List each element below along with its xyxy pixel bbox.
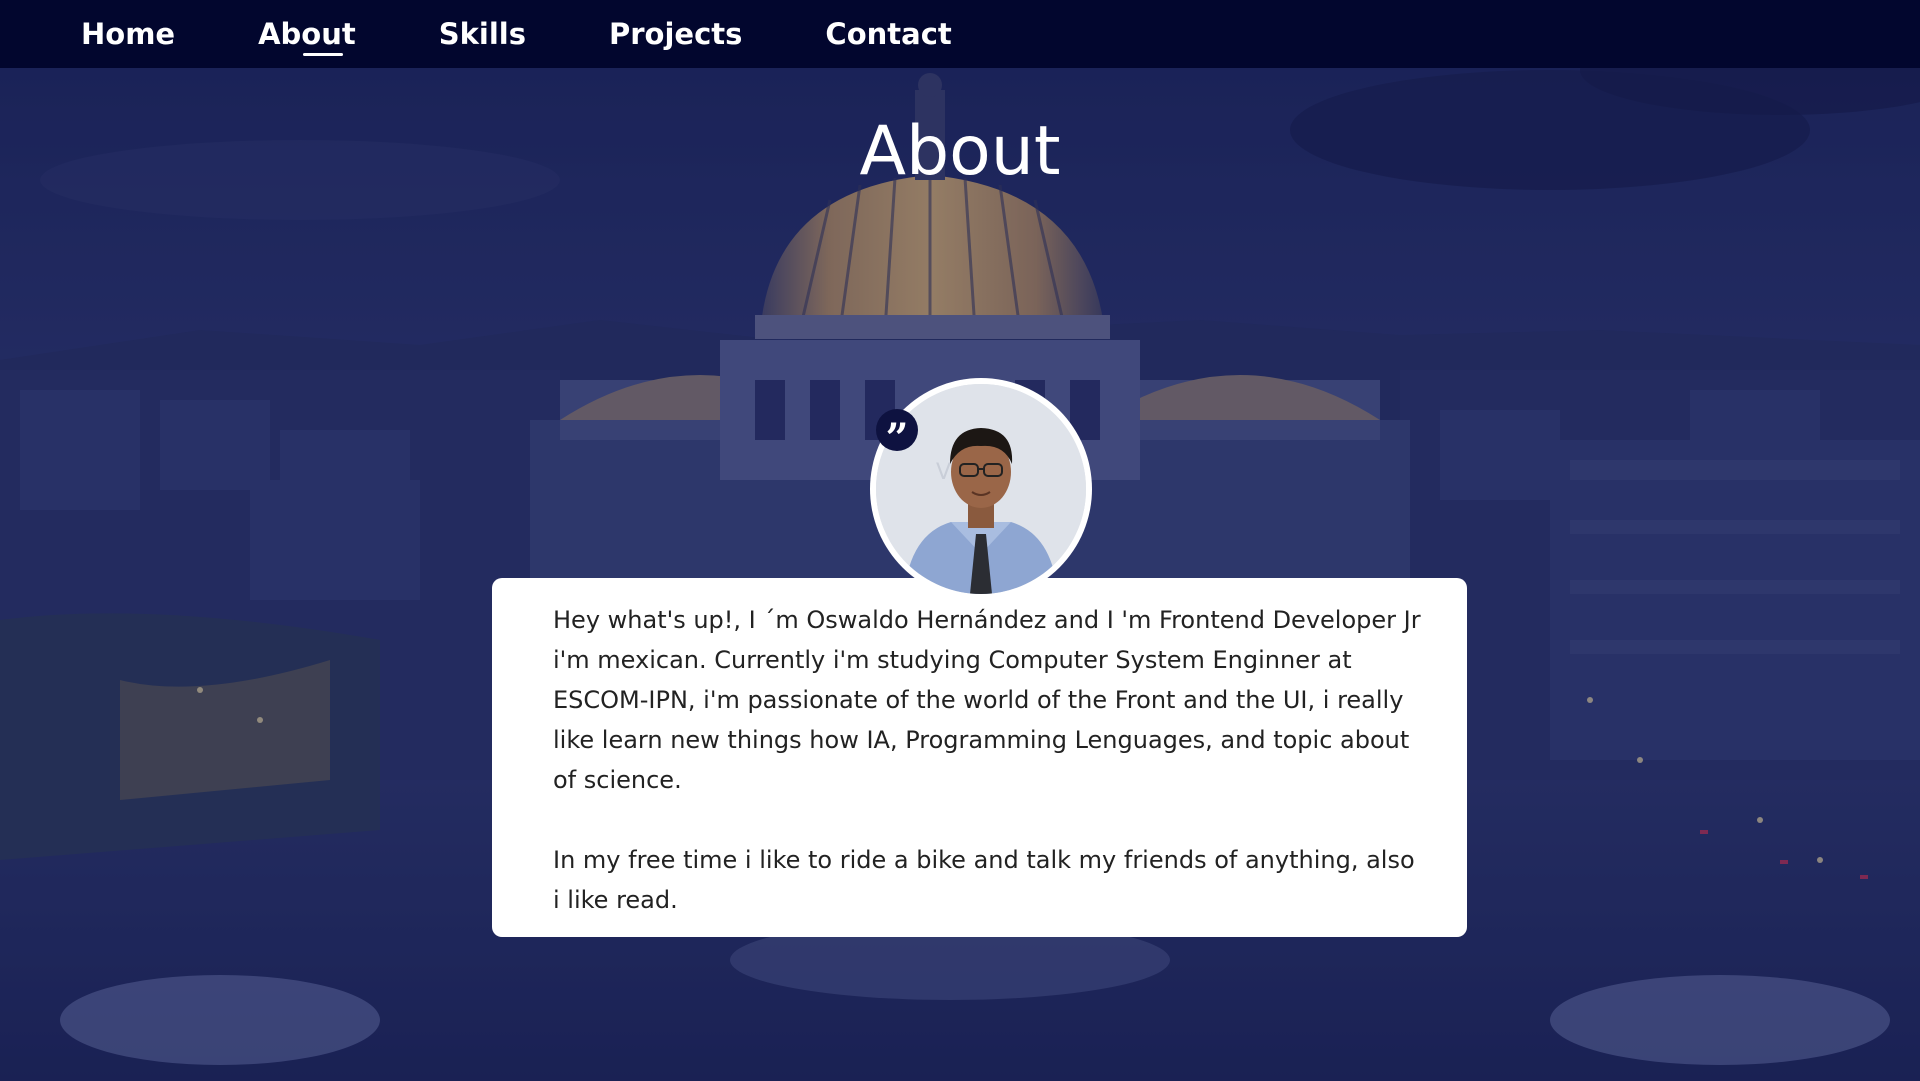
- page-title: About: [859, 112, 1061, 191]
- top-navbar: Home About Skills Projects Contact: [0, 0, 1920, 68]
- about-card: Hey what's up!, I ´m Oswaldo Hernández a…: [492, 578, 1467, 937]
- nav-link-projects[interactable]: Projects: [609, 0, 742, 68]
- quote-icon: ”: [876, 409, 918, 451]
- nav-link-contact[interactable]: Contact: [825, 0, 951, 68]
- nav-link-skills[interactable]: Skills: [439, 0, 526, 68]
- nav-list: Home About Skills Projects Contact: [81, 0, 1035, 68]
- nav-link-about[interactable]: About: [258, 0, 356, 68]
- nav-link-home[interactable]: Home: [81, 0, 175, 68]
- about-paragraph-2: In my free time i like to ride a bike an…: [553, 846, 1415, 914]
- about-paragraph-1: Hey what's up!, I ´m Oswaldo Hernández a…: [553, 606, 1421, 794]
- about-page: Home About Skills Projects Contact About…: [0, 0, 1920, 1081]
